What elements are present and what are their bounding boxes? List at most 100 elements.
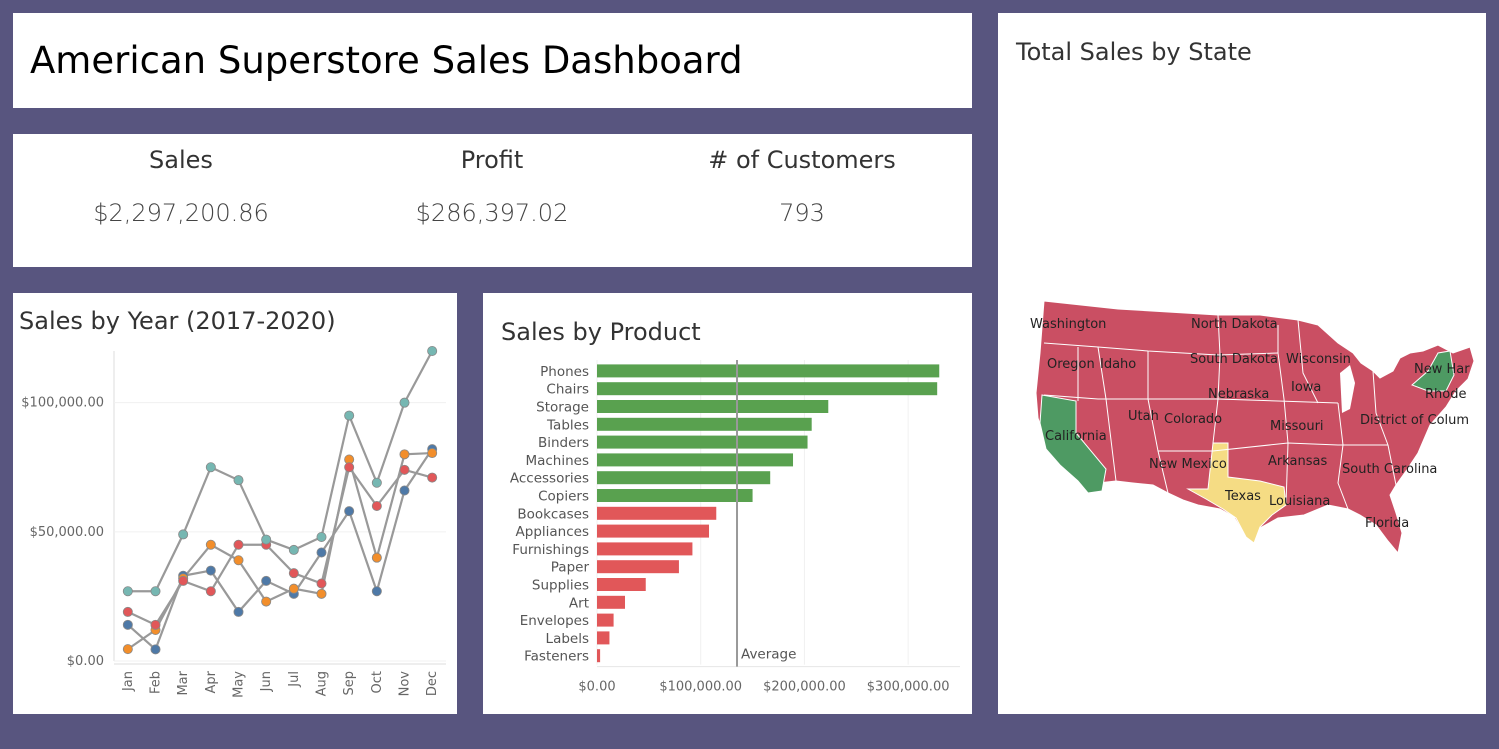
bar-supplies <box>597 578 646 591</box>
bar-category-label: Furnishings <box>512 542 589 558</box>
bar-storage <box>597 400 829 413</box>
line-point <box>316 588 327 599</box>
sales-by-state-map[interactable]: Washington North Dakota Oregon Idaho South D… <box>998 13 1486 714</box>
state-label: Colorado <box>1164 412 1222 427</box>
line-point <box>205 565 216 576</box>
line-x-tick-label: May <box>232 671 247 698</box>
state-label: Texas <box>1224 489 1261 504</box>
bar-category-label: Appliances <box>516 524 589 540</box>
line-x-tick-label: Jun <box>259 671 274 692</box>
line-x-tick-label: Jan <box>121 671 136 692</box>
line-point <box>316 547 327 558</box>
line-point <box>399 485 410 496</box>
line-point <box>122 644 133 655</box>
line-point <box>122 606 133 617</box>
kpi-sales-value: $2,297,200.86 <box>93 199 269 227</box>
line-point <box>316 578 327 589</box>
sales-by-product-panel: Sales by Product $0.00 $100,000.00 $200,00… <box>483 293 972 714</box>
line-point <box>427 346 438 357</box>
line-point <box>399 464 410 475</box>
bar-category-label: Storage <box>536 400 589 416</box>
line-point <box>344 410 355 421</box>
bar-envelopes <box>597 613 614 627</box>
page-title: American Superstore Sales Dashboard <box>30 39 743 82</box>
state-label: New Har <box>1414 362 1470 377</box>
kpi-customers-label: # of Customers <box>708 146 896 174</box>
kpi-panel: Sales $2,297,200.86 Profit $286,397.02 #… <box>13 134 972 267</box>
bar-x-tick-label: $200,000.00 <box>763 680 846 695</box>
bar-labels <box>597 631 610 645</box>
line-point <box>344 506 355 517</box>
bar-category-label: Bookcases <box>517 506 589 522</box>
state-label: Oregon <box>1047 357 1095 372</box>
kpi-profit-value: $286,397.02 <box>415 199 569 227</box>
state-label: Florida <box>1365 516 1409 531</box>
bar-accessories <box>597 471 771 485</box>
line-point <box>316 531 327 542</box>
title-panel: American Superstore Sales Dashboard <box>13 13 972 108</box>
sales-by-year-chart[interactable]: $0.00 $50,000.00 $100,000.00 Jan Feb Mar Apr Ma… <box>13 293 457 714</box>
state-label: Missouri <box>1270 419 1324 434</box>
bar-fasteners <box>597 649 601 663</box>
line-point <box>371 552 382 563</box>
bar-category-label: Machines <box>525 453 589 469</box>
state-label: Washington <box>1030 317 1106 332</box>
bar-category-label: Accessories <box>510 471 589 487</box>
bar-category-label: Tables <box>546 417 589 433</box>
state-label: Utah <box>1128 409 1159 424</box>
line-point <box>371 586 382 597</box>
line-point <box>205 462 216 473</box>
line-point <box>178 575 189 586</box>
line-series-1 <box>127 451 433 651</box>
bar-appliances <box>597 524 710 538</box>
line-point <box>288 544 299 555</box>
line-point <box>150 644 161 655</box>
state-label: Nebraska <box>1208 387 1269 402</box>
bar-x-tick-label: $100,000.00 <box>659 680 742 695</box>
bar-paper <box>597 560 679 574</box>
line-x-tick-label: Mar <box>176 670 191 695</box>
line-point <box>288 583 299 594</box>
state-label: District of Colum <box>1360 413 1469 428</box>
line-point <box>122 586 133 597</box>
bar-tables <box>597 417 812 431</box>
state-label: California <box>1045 429 1107 444</box>
bar-machines <box>597 453 794 467</box>
bar-x-tick-label: $300,000.00 <box>867 680 950 695</box>
line-x-tick-label: Jul <box>287 671 302 688</box>
bar-phones <box>597 364 940 378</box>
line-point <box>205 539 216 550</box>
line-point <box>261 534 272 545</box>
line-point <box>233 606 244 617</box>
bar-category-label: Phones <box>540 364 589 380</box>
line-x-tick-label: Apr <box>204 670 219 693</box>
state-label: South Carolina <box>1342 462 1437 477</box>
line-point <box>399 449 410 460</box>
bar-category-label: Copiers <box>538 489 589 505</box>
line-point <box>150 619 161 630</box>
line-series-0 <box>127 448 434 652</box>
state-label: Idaho <box>1100 357 1136 372</box>
bar-category-label: Fasteners <box>524 649 589 665</box>
line-point <box>371 477 382 488</box>
state-label: Arkansas <box>1268 454 1327 469</box>
bar-furnishings <box>597 542 693 556</box>
line-x-tick-label: Feb <box>149 671 164 694</box>
kpi-profit-label: Profit <box>460 146 524 174</box>
state-label: South Dakota <box>1190 352 1278 367</box>
line-point <box>427 472 438 483</box>
bar-category-label: Envelopes <box>520 613 589 629</box>
line-point <box>178 529 189 540</box>
line-x-tick-label: Oct <box>370 671 385 693</box>
line-y-tick-label: $50,000.00 <box>30 525 104 540</box>
kpi-sales-label: Sales <box>149 146 213 174</box>
line-x-tick-label: Aug <box>315 671 330 696</box>
bar-copiers <box>597 489 753 502</box>
bar-category-label: Labels <box>546 631 589 647</box>
state-label: Rhode <box>1425 387 1466 402</box>
sales-by-product-chart[interactable]: $0.00 $100,000.00 $200,000.00 $300,000.00 Ph… <box>483 293 972 714</box>
bar-chairs <box>597 382 938 396</box>
state-label: New Mexico <box>1149 457 1227 472</box>
line-y-tick-label: $0.00 <box>67 654 104 669</box>
line-point <box>150 586 161 597</box>
